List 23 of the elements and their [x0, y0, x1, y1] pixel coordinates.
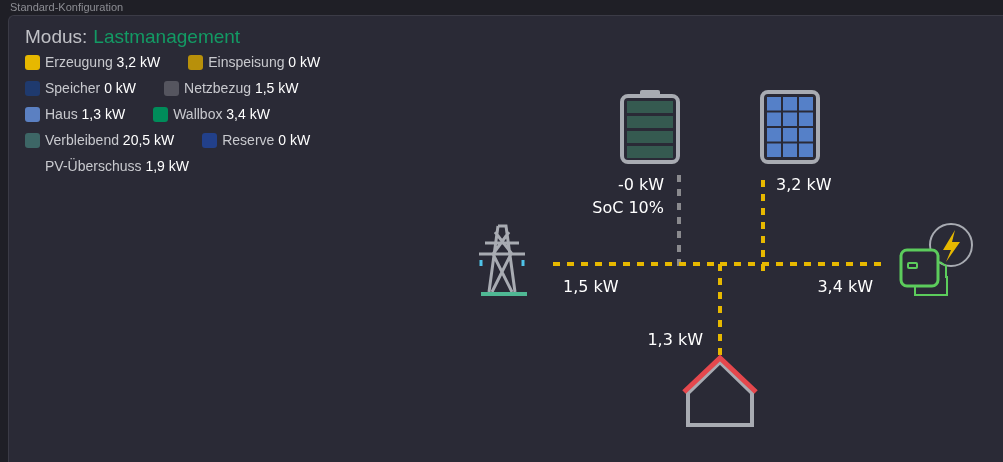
battery-icon	[620, 90, 680, 164]
power-tower-icon	[477, 224, 527, 296]
section-title: Standard-Konfiguration	[9, 0, 125, 14]
battery-power-label: SoC 10%	[592, 198, 664, 217]
legend-entry: PV-Überschuss 1,9 kW	[45, 158, 189, 174]
legend-entry: Netzbezug 1,5 kW	[184, 80, 299, 96]
battery-power-label: -0 kW	[617, 175, 664, 194]
mode-value: Lastmanagement	[93, 26, 241, 48]
legend-entry: Erzeugung 3,2 kW	[45, 54, 161, 70]
wallbox-icon	[899, 223, 973, 296]
legend-entry: Verbleibend 20,5 kW	[45, 132, 175, 148]
grid-power-label: 1,5 kW	[563, 277, 619, 296]
wallbox-power-label: 3,4 kW	[817, 277, 873, 296]
legend-entry: Haus 1,3 kW	[45, 106, 126, 122]
legend-entry: Speicher 0 kW	[45, 80, 137, 96]
legend-entry: Einspeisung 0 kW	[208, 54, 321, 70]
solar-power-label: 3,2 kW	[776, 175, 832, 194]
solar-panel-icon	[760, 90, 820, 164]
house-icon	[682, 354, 758, 427]
legend-entry: Wallbox 3,4 kW	[173, 106, 270, 122]
mode-label: Modus:	[25, 26, 88, 48]
legend-entry: Reserve 0 kW	[222, 132, 311, 148]
house-power-label: 1,3 kW	[647, 330, 703, 349]
